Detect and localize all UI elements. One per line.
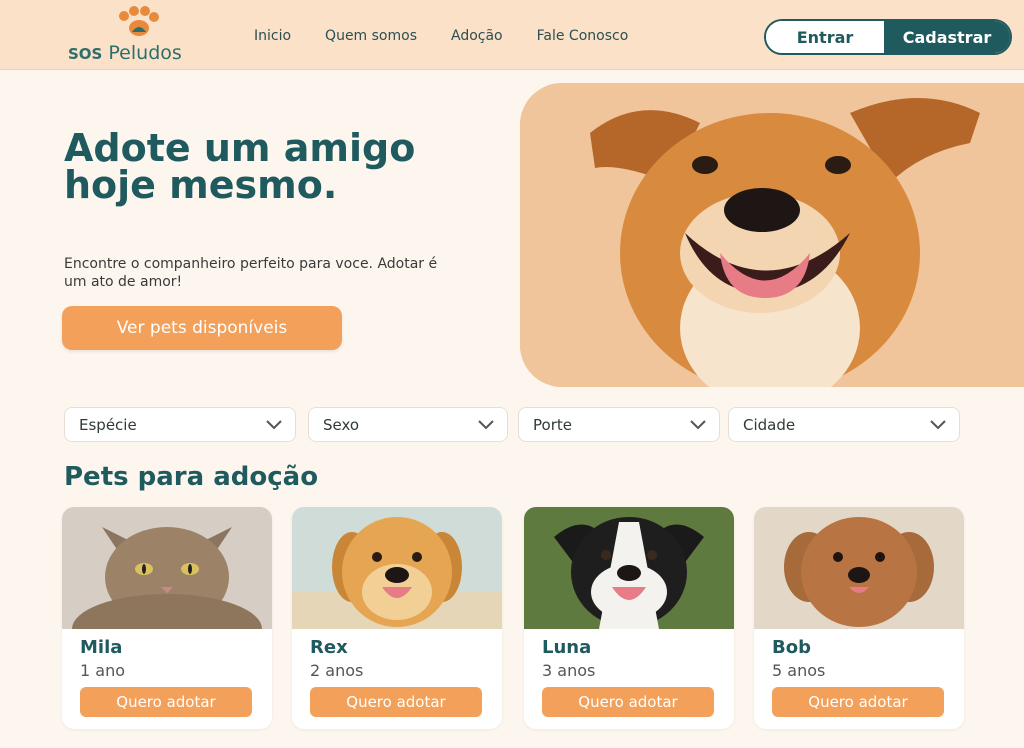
brand-name: SOS Peludos bbox=[68, 42, 182, 64]
filter-sexo-label: Sexo bbox=[323, 416, 360, 434]
filter-porte-label: Porte bbox=[533, 416, 572, 434]
filter-cidade-label: Cidade bbox=[743, 416, 796, 434]
filter-sexo[interactable]: Sexo bbox=[308, 407, 508, 442]
pet-card: Luna 3 anos Quero adotar bbox=[524, 507, 734, 729]
signup-button[interactable]: Cadastrar bbox=[884, 21, 1010, 53]
site-header: SOS Peludos Inicio Quem somos Adoção Fal… bbox=[0, 0, 1024, 70]
pet-age: 1 ano bbox=[80, 661, 125, 680]
adopt-button[interactable]: Quero adotar bbox=[310, 687, 482, 717]
chevron-down-icon bbox=[930, 420, 946, 430]
pet-photo-poodle bbox=[754, 507, 964, 629]
pet-photo-golden-dog bbox=[292, 507, 502, 629]
pet-photo-black-white-dog bbox=[524, 507, 734, 629]
pet-card: Mila 1 ano Quero adotar bbox=[62, 507, 272, 729]
pet-photo-cat bbox=[62, 507, 272, 629]
pet-card: Rex 2 anos Quero adotar bbox=[292, 507, 502, 729]
nav-link-fale-conosco[interactable]: Fale Conosco bbox=[537, 28, 629, 44]
hero-subtitle: Encontre o companheiro perfeito para voc… bbox=[64, 256, 438, 290]
brand-sos: SOS bbox=[68, 45, 103, 63]
login-button[interactable]: Entrar bbox=[766, 21, 884, 53]
pet-card: Bob 5 anos Quero adotar bbox=[754, 507, 964, 729]
adopt-button[interactable]: Quero adotar bbox=[80, 687, 252, 717]
adopt-button[interactable]: Quero adotar bbox=[542, 687, 714, 717]
auth-buttons: Entrar Cadastrar bbox=[764, 19, 1012, 55]
pet-name: Luna bbox=[542, 637, 592, 658]
view-pets-button[interactable]: Ver pets disponíveis bbox=[62, 306, 342, 350]
pet-name: Bob bbox=[772, 637, 811, 658]
pet-age: 2 anos bbox=[310, 661, 364, 680]
pet-age: 3 anos bbox=[542, 661, 596, 680]
chevron-down-icon bbox=[478, 420, 494, 430]
chevron-down-icon bbox=[266, 420, 282, 430]
nav-link-adocao[interactable]: Adoção bbox=[451, 28, 503, 44]
chevron-down-icon bbox=[690, 420, 706, 430]
section-title: Pets para adoção bbox=[64, 462, 319, 492]
filter-especie[interactable]: Espécie bbox=[64, 407, 296, 442]
brand-peludos: Peludos bbox=[108, 42, 182, 64]
filter-especie-label: Espécie bbox=[79, 416, 137, 434]
adopt-button[interactable]: Quero adotar bbox=[772, 687, 944, 717]
pet-name: Mila bbox=[80, 637, 123, 658]
hero-title: Adote um amigo hoje mesmo. bbox=[64, 126, 416, 207]
nav-link-quem-somos[interactable]: Quem somos bbox=[325, 28, 417, 44]
main-nav: Inicio Quem somos Adoção Fale Conosco bbox=[254, 28, 662, 44]
paw-icon bbox=[119, 6, 159, 36]
pet-age: 5 anos bbox=[772, 661, 826, 680]
nav-link-inicio[interactable]: Inicio bbox=[254, 28, 291, 44]
hero-dog-image bbox=[520, 83, 1024, 387]
filter-cidade[interactable]: Cidade bbox=[728, 407, 960, 442]
brand-logo[interactable]: SOS Peludos bbox=[68, 6, 210, 66]
filter-porte[interactable]: Porte bbox=[518, 407, 720, 442]
pet-name: Rex bbox=[310, 637, 348, 658]
